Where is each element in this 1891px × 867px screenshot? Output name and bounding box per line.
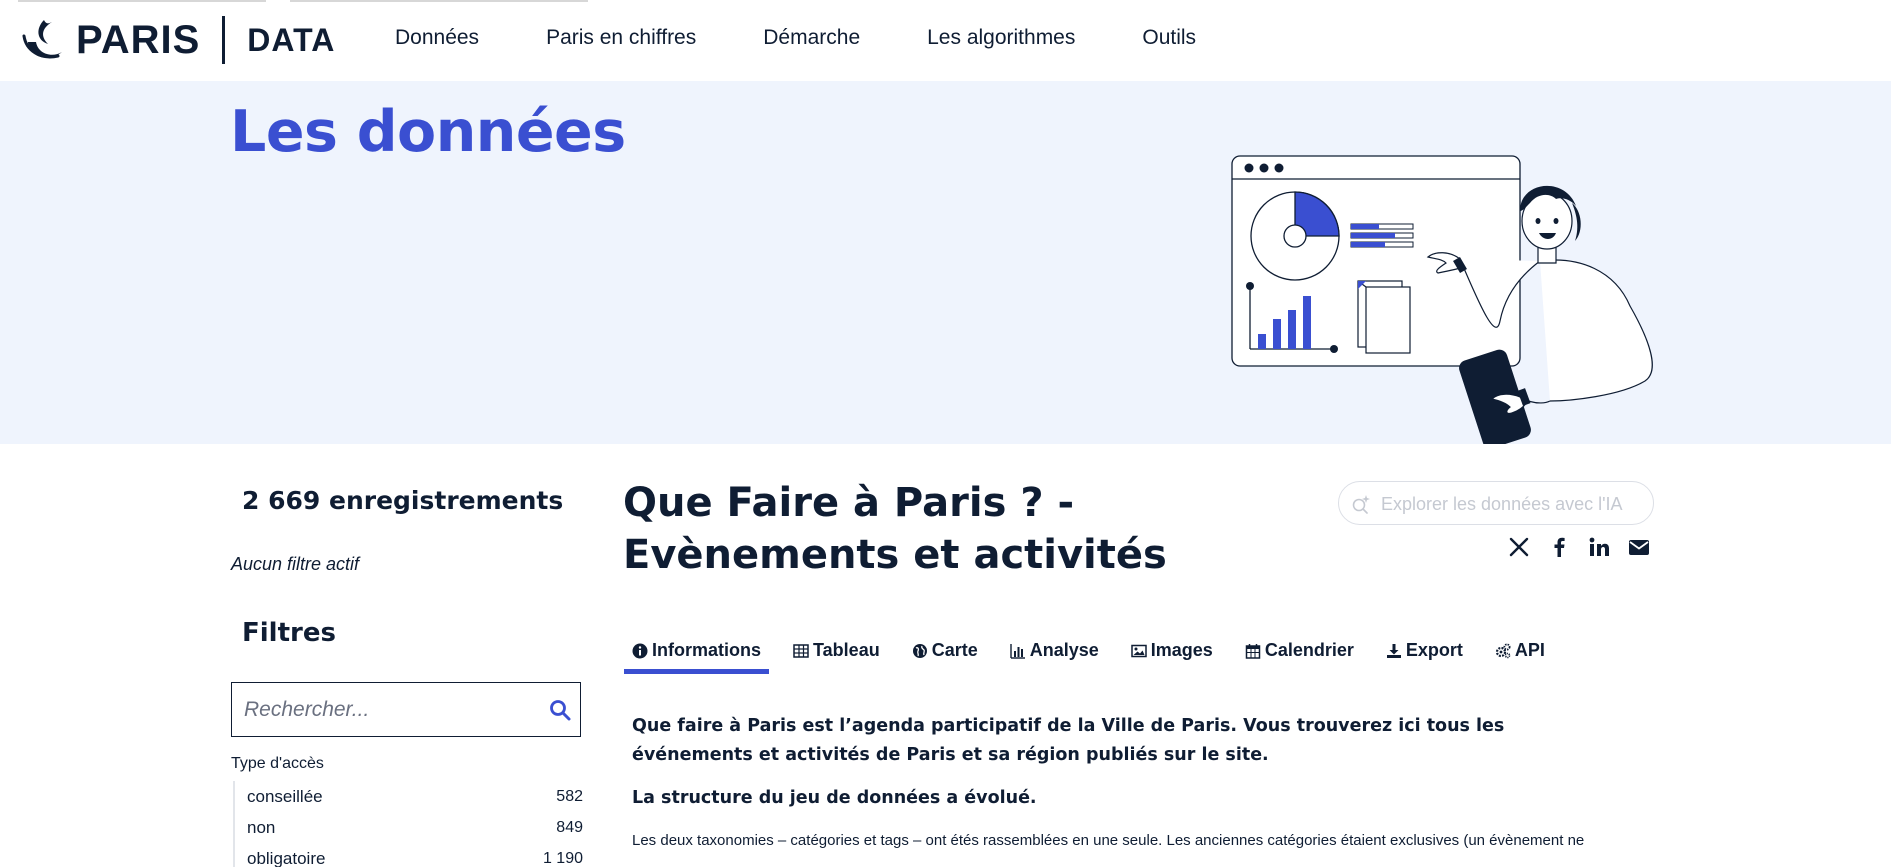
tab-label: Calendrier — [1264, 640, 1354, 660]
x-icon[interactable] — [1508, 536, 1530, 558]
search-icon[interactable] — [548, 698, 572, 722]
calendar-icon — [1245, 644, 1261, 659]
filter-search-box — [231, 682, 581, 737]
tab-export[interactable]: Export — [1378, 636, 1471, 674]
tab-label: Analyse — [1029, 640, 1099, 660]
nav-les-algorithmes[interactable]: Les algorithmes — [927, 26, 1075, 50]
image-icon — [1131, 644, 1147, 658]
paris-boat-logo-icon — [22, 20, 62, 59]
nav-donnees[interactable]: Données — [395, 26, 479, 50]
facet-item-count: 582 — [556, 787, 583, 805]
logo-data-text: DATA — [247, 21, 336, 58]
page-title: Les données — [230, 99, 626, 165]
top-bar: PARIS DATA Données Paris en chiffres Dém… — [0, 0, 1891, 81]
description-notice: La structure du jeu de données a évolué. — [632, 788, 1037, 808]
logo-separator — [222, 16, 226, 64]
facet-item-label: obligatoire — [247, 848, 326, 867]
nav-demarche[interactable]: Démarche — [763, 26, 860, 50]
email-icon[interactable] — [1628, 536, 1650, 558]
active-filters-status: Aucun filtre actif — [231, 554, 360, 574]
top-divider — [18, 0, 266, 2]
facet-item-count: 849 — [556, 818, 583, 836]
facebook-icon[interactable] — [1548, 536, 1570, 558]
paris-data-logo[interactable]: PARIS DATA — [18, 14, 335, 66]
facet-item-label: conseillée — [247, 786, 323, 806]
dataset-tabs: Informations Tableau Carte Analyse Image… — [624, 636, 1569, 674]
gears-icon — [1495, 643, 1511, 659]
dataset-title: Que Faire à Paris ? - Evènements et acti… — [623, 480, 1167, 578]
tab-label: Informations — [652, 640, 762, 660]
description-body: Les deux taxonomies – catégories et tags… — [632, 832, 1585, 849]
bar-chart-icon — [1010, 644, 1025, 659]
tab-api[interactable]: API — [1487, 636, 1553, 674]
filter-search-input[interactable] — [244, 695, 534, 725]
dashboard-illustration-icon — [1231, 155, 1653, 444]
download-icon — [1386, 644, 1401, 658]
nav-outils[interactable]: Outils — [1142, 26, 1196, 50]
tab-carte[interactable]: Carte — [904, 636, 986, 674]
facet-item-count: 1 190 — [542, 849, 583, 867]
logo-paris-text: PARIS — [76, 17, 201, 62]
dataset-description: Que faire à Paris est l’agenda participa… — [632, 712, 1622, 849]
tab-tableau[interactable]: Tableau — [785, 636, 888, 674]
info-icon — [632, 643, 648, 659]
tab-analyse[interactable]: Analyse — [1002, 636, 1107, 674]
share-buttons — [1508, 536, 1668, 558]
table-icon — [793, 644, 809, 658]
linkedin-icon[interactable] — [1588, 536, 1610, 558]
facet-item-label: non — [247, 817, 276, 837]
tab-label: Images — [1150, 640, 1213, 660]
hero-banner: Les données — [0, 81, 1891, 444]
tab-label: Export — [1405, 640, 1463, 660]
records-count: 2 669 enregistrements — [242, 486, 564, 515]
tab-calendrier[interactable]: Calendrier — [1237, 636, 1362, 674]
facet-list: conseillée 582 non 849 obligatoire 1 190 — [233, 781, 583, 867]
tab-label: Tableau — [813, 640, 880, 660]
tab-informations[interactable]: Informations — [624, 636, 770, 674]
nav-paris-en-chiffres[interactable]: Paris en chiffres — [546, 26, 696, 50]
tab-label: API — [1514, 640, 1545, 660]
main-nav: Données Paris en chiffres Démarche Les a… — [395, 26, 1263, 50]
facet-item-conseillee[interactable]: conseillée 582 — [247, 781, 583, 812]
tab-images[interactable]: Images — [1123, 636, 1221, 674]
globe-icon — [912, 644, 927, 658]
ai-sparkle-search-icon — [1352, 495, 1370, 514]
ai-explore-input[interactable] — [1381, 492, 1643, 516]
ai-explore-search — [1338, 481, 1654, 525]
facet-item-non[interactable]: non 849 — [247, 812, 583, 843]
top-divider — [290, 0, 588, 2]
description-lead: Que faire à Paris est l’agenda participa… — [632, 716, 1505, 765]
filters-heading: Filtres — [242, 618, 336, 648]
tab-label: Carte — [931, 640, 978, 660]
facet-title-access-type: Type d'accès — [231, 755, 324, 772]
facet-item-obligatoire[interactable]: obligatoire 1 190 — [247, 843, 583, 867]
